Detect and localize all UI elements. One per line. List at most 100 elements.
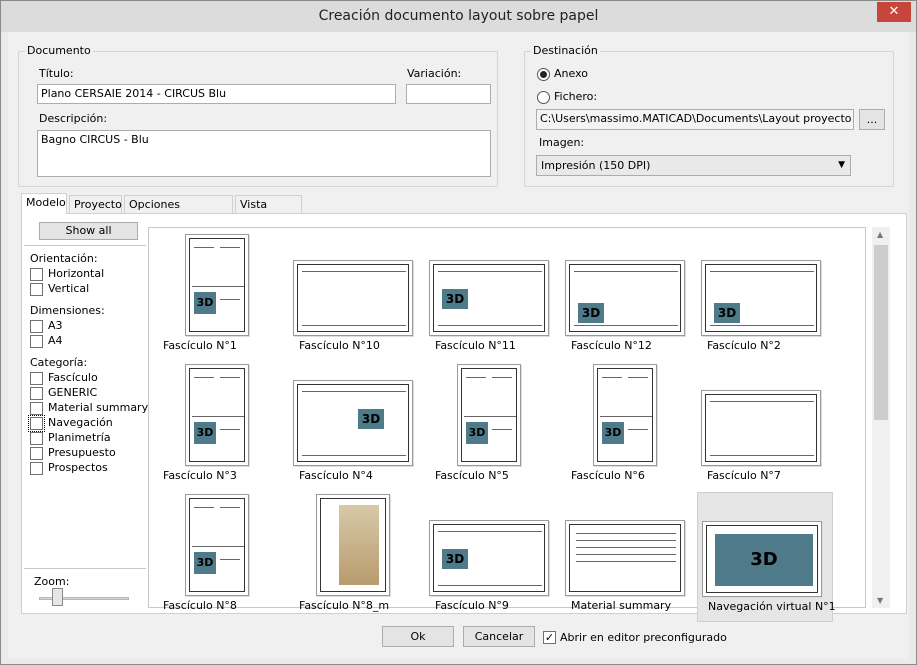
presupuesto-label[interactable]: Presupuesto [48, 446, 116, 459]
thumbnail-line [438, 271, 542, 272]
open-editor-label[interactable]: Abrir en editor preconfigurado [560, 631, 727, 644]
thumbnail-item[interactable]: 3D Fascículo N°12 [561, 232, 697, 362]
thumbnail-caption: Fascículo N°8_m [299, 599, 390, 612]
thumbnail-item[interactable]: 3D Fascículo N°6 [561, 362, 697, 492]
categoria-label: Categoría: [30, 356, 88, 369]
checkbox-icon[interactable] [30, 432, 43, 445]
thumbnail-line [576, 561, 676, 562]
thumbnail-line [302, 391, 406, 392]
ok-button[interactable]: Ok [382, 626, 454, 647]
checkbox-icon[interactable] [30, 402, 43, 415]
documento-group: Documento Título: Plano CERSAIE 2014 - C… [18, 44, 498, 187]
thumbnail-line [602, 377, 622, 378]
scrollbar-thumb[interactable] [874, 245, 888, 420]
horizontal-label[interactable]: Horizontal [48, 267, 104, 280]
template-thumbnail-grid: 3D Fascículo N°1 Fascículo N°10 3D Fascículo… [148, 227, 866, 622]
thumbnail-line [628, 429, 648, 430]
vertical-label[interactable]: Vertical [48, 282, 89, 295]
show-all-button[interactable]: Show all [39, 222, 138, 240]
thumbnail-item[interactable]: 3D Navegación virtual N°1 [697, 492, 836, 622]
a3-label[interactable]: A3 [48, 319, 63, 332]
thumbnail-item[interactable]: 3D Fascículo N°8 [153, 492, 289, 622]
thumbnail-line [710, 455, 814, 456]
tab-opciones-avanzadas[interactable]: Opciones avanzadas [124, 195, 233, 224]
thumbnail-item[interactable]: 3D Fascículo N°3 [153, 362, 289, 492]
checkbox-icon[interactable] [30, 462, 43, 475]
thumbnail-line [576, 547, 676, 548]
filter-separator [24, 245, 146, 246]
thumbnail-line [600, 416, 652, 417]
a4-label[interactable]: A4 [48, 334, 63, 347]
thumbnail-preview [565, 520, 685, 596]
thumbnail-3d-badge: 3D [466, 422, 488, 444]
thumbnail-caption: Fascículo N°11 [435, 339, 516, 352]
tab-vista-previa[interactable]: Vista Previa [235, 195, 302, 224]
thumbnail-item[interactable]: Material summary [561, 492, 697, 622]
thumbnail-item[interactable]: Fascículo N°10 [289, 232, 425, 362]
anexo-radio-icon[interactable] [537, 68, 550, 81]
thumbnail-line [220, 377, 240, 378]
chevron-up-icon[interactable]: ▲ [877, 230, 883, 239]
planimetria-label[interactable]: Planimetría [48, 431, 111, 444]
thumbnail-line [302, 325, 406, 326]
chevron-down-icon[interactable]: ▼ [877, 596, 883, 605]
tab-modelo[interactable]: Modelo [21, 193, 67, 214]
grid-scrollbar[interactable]: ▲ ▼ [872, 227, 890, 608]
titulo-input[interactable]: Plano CERSAIE 2014 - CIRCUS Blu [37, 84, 396, 104]
destinacion-legend: Destinación [531, 44, 600, 57]
checkbox-icon[interactable] [30, 320, 43, 333]
thumbnail-item[interactable]: Fascículo N°7 [697, 362, 833, 492]
open-editor-checkbox-icon[interactable]: ✓ [543, 631, 556, 644]
thumbnail-frame: 3D [705, 264, 817, 332]
variacion-input[interactable] [406, 84, 491, 104]
thumbnail-line [710, 401, 814, 402]
thumbnail-line [438, 585, 542, 586]
descripcion-textarea[interactable]: Bagno CIRCUS - Blu [37, 130, 491, 177]
browse-button[interactable]: ... [859, 109, 885, 130]
thumbnail-line [194, 507, 214, 508]
fichero-label[interactable]: Fichero: [554, 90, 597, 103]
thumbnail-3d-badge: 3D [194, 552, 216, 574]
tab-proyecto[interactable]: Proyecto [69, 195, 122, 213]
thumbnail-line [220, 247, 240, 248]
thumbnail-item[interactable]: 3D Fascículo N°1 [153, 232, 289, 362]
path-input[interactable]: C:\Users\massimo.MATICAD\Documents\Layou… [536, 109, 854, 130]
thumbnail-line [576, 533, 676, 534]
fichero-radio-icon[interactable] [537, 91, 550, 104]
thumbnail-frame: 3D [189, 368, 245, 462]
thumbnail-item[interactable]: 3D Fascículo N°9 [425, 492, 561, 622]
checkbox-icon[interactable] [30, 387, 43, 400]
thumbnail-caption: Fascículo N°6 [571, 469, 645, 482]
thumbnail-preview: 3D [702, 521, 822, 597]
zoom-separator [24, 568, 146, 569]
checkbox-icon[interactable] [30, 283, 43, 296]
thumbnail-item[interactable]: 3D Fascículo N°5 [425, 362, 561, 492]
thumbnail-preview [701, 390, 821, 466]
checkbox-icon[interactable] [30, 447, 43, 460]
imagen-select[interactable]: Impresión (150 DPI) ▼ [536, 155, 851, 176]
thumbnail-line [492, 377, 512, 378]
thumbnail-item[interactable]: 3D Fascículo N°11 [425, 232, 561, 362]
prospectos-label[interactable]: Prospectos [48, 461, 108, 474]
checkbox-icon[interactable] [28, 415, 45, 432]
checkbox-icon[interactable] [30, 268, 43, 281]
thumbnail-photo [339, 505, 379, 585]
checkbox-icon[interactable] [30, 372, 43, 385]
thumbnail-item[interactable]: 3D Fascículo N°4 [289, 362, 425, 492]
thumbnail-item[interactable]: Fascículo N°8_m [289, 492, 425, 622]
close-button[interactable]: ✕ [877, 2, 911, 22]
thumbnail-item[interactable]: 3D Fascículo N°2 [697, 232, 833, 362]
thumbnail-frame: 3D [461, 368, 517, 462]
fasciculo-label[interactable]: Fascículo [48, 371, 98, 384]
thumbnail-3d-badge: 3D [715, 534, 813, 586]
generic-label[interactable]: GENERIC [48, 386, 97, 399]
variacion-label: Variación: [407, 67, 462, 80]
thumbnail-frame [569, 524, 681, 592]
thumbnail-line [220, 429, 240, 430]
material-summary-label[interactable]: Material summary [48, 401, 148, 414]
anexo-label[interactable]: Anexo [554, 67, 588, 80]
checkbox-icon[interactable] [30, 335, 43, 348]
zoom-slider-handle[interactable] [52, 588, 63, 606]
cancel-button[interactable]: Cancelar [463, 626, 535, 647]
navegacion-label[interactable]: Navegación [48, 416, 113, 429]
